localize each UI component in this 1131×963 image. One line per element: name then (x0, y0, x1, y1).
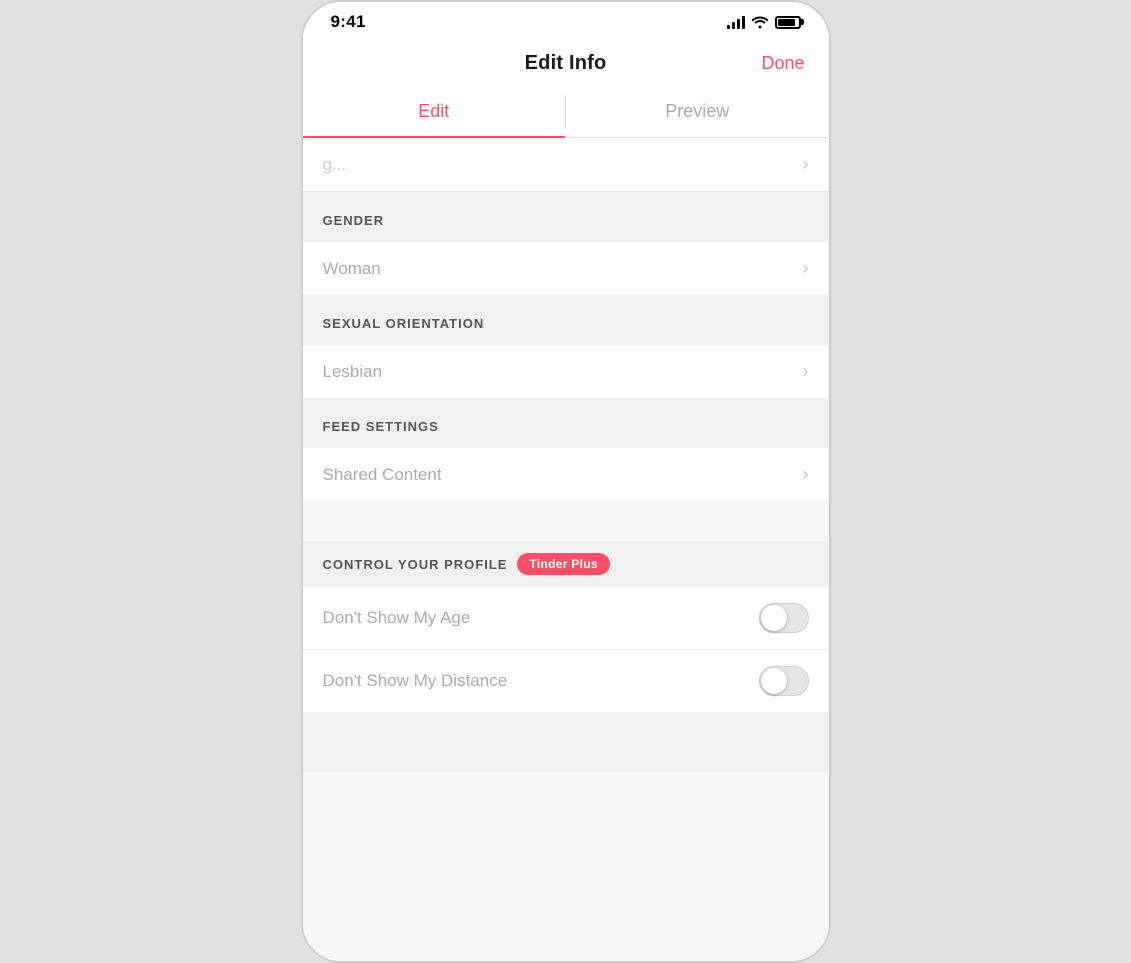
partial-row-chevron: › (803, 154, 809, 175)
shared-content-value: Shared Content (323, 465, 442, 485)
shared-content-row[interactable]: Shared Content › (303, 448, 829, 501)
status-time: 9:41 (331, 12, 366, 32)
orientation-value: Lesbian (323, 362, 383, 382)
toggle-thumb-distance (761, 668, 787, 694)
partial-row-label: g... (323, 155, 347, 175)
done-button[interactable]: Done (761, 53, 804, 74)
spacer-1 (303, 192, 829, 200)
dont-show-distance-toggle[interactable] (759, 666, 809, 696)
orientation-row[interactable]: Lesbian › (303, 345, 829, 398)
dont-show-distance-row[interactable]: Don't Show My Distance (303, 649, 829, 712)
gender-chevron: › (803, 258, 809, 279)
battery-icon (775, 16, 801, 29)
wifi-icon (751, 15, 769, 29)
tab-preview[interactable]: Preview (566, 87, 829, 137)
status-bar: 9:41 (303, 2, 829, 38)
feed-section-title: FEED SETTINGS (323, 419, 439, 434)
status-icons (727, 15, 801, 29)
content-area: g... › GENDER Woman › SEXUAL ORIENTATION… (303, 138, 829, 961)
shared-content-chevron: › (803, 464, 809, 485)
spacer-2 (303, 295, 829, 303)
spacer-3 (303, 398, 829, 406)
dont-show-age-toggle[interactable] (759, 603, 809, 633)
signal-icon (727, 15, 745, 29)
gender-row[interactable]: Woman › (303, 242, 829, 295)
control-section-header: CONTROL YOUR PROFILE Tinder Plus (303, 541, 829, 587)
orientation-section-title: SEXUAL ORIENTATION (323, 316, 485, 331)
tab-edit[interactable]: Edit (303, 87, 566, 138)
tinder-plus-badge[interactable]: Tinder Plus (517, 553, 609, 575)
feed-section-header: FEED SETTINGS (303, 406, 829, 448)
bottom-spacer (303, 712, 829, 772)
dont-show-age-label: Don't Show My Age (323, 608, 471, 628)
tab-bar: Edit Preview (303, 87, 829, 138)
spacer-4 (303, 501, 829, 541)
toggle-thumb-age (761, 605, 787, 631)
orientation-section-header: SEXUAL ORIENTATION (303, 303, 829, 345)
dont-show-age-row[interactable]: Don't Show My Age (303, 587, 829, 649)
phone-frame: 9:41 Edit Info Done (301, 0, 831, 963)
gender-section-title: GENDER (323, 213, 385, 228)
gender-section-header: GENDER (303, 200, 829, 242)
dont-show-distance-label: Don't Show My Distance (323, 671, 508, 691)
control-section-title: CONTROL YOUR PROFILE (323, 557, 508, 572)
nav-header: Edit Info Done (303, 38, 829, 87)
orientation-chevron: › (803, 361, 809, 382)
partial-row[interactable]: g... › (303, 138, 829, 192)
gender-value: Woman (323, 259, 381, 279)
page-title: Edit Info (525, 52, 607, 75)
